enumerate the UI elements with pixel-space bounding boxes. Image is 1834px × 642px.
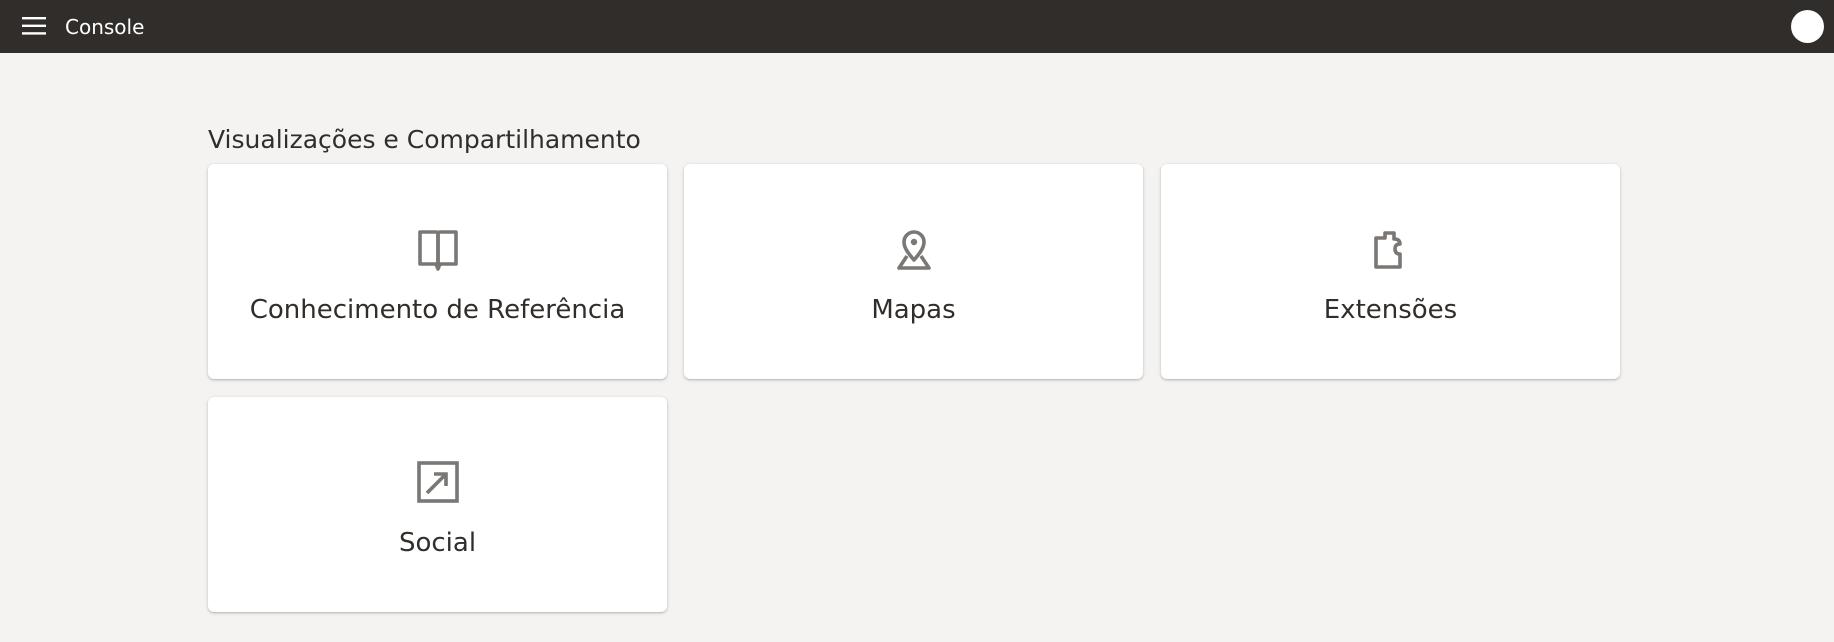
top-app-bar: Console xyxy=(0,0,1834,53)
app-title: Console xyxy=(65,15,145,39)
card-social[interactable]: Social xyxy=(208,397,667,612)
map-pin-icon xyxy=(891,226,937,272)
card-label: Mapas xyxy=(871,295,956,325)
section-title: Visualizações e Compartilhamento xyxy=(208,125,641,154)
hamburger-menu-icon[interactable] xyxy=(22,15,46,37)
card-label: Social xyxy=(398,528,477,558)
puzzle-piece-icon xyxy=(1368,226,1414,272)
card-label: Extensões xyxy=(1323,295,1458,325)
user-avatar[interactable] xyxy=(1791,10,1824,43)
card-reference-knowledge[interactable]: Conhecimento de Referência xyxy=(208,164,667,379)
card-label: Conhecimento de Referência xyxy=(249,295,626,325)
card-extensions[interactable]: Extensões xyxy=(1161,164,1620,379)
card-maps[interactable]: Mapas xyxy=(684,164,1143,379)
share-external-icon xyxy=(415,459,461,505)
open-book-icon xyxy=(415,226,461,272)
